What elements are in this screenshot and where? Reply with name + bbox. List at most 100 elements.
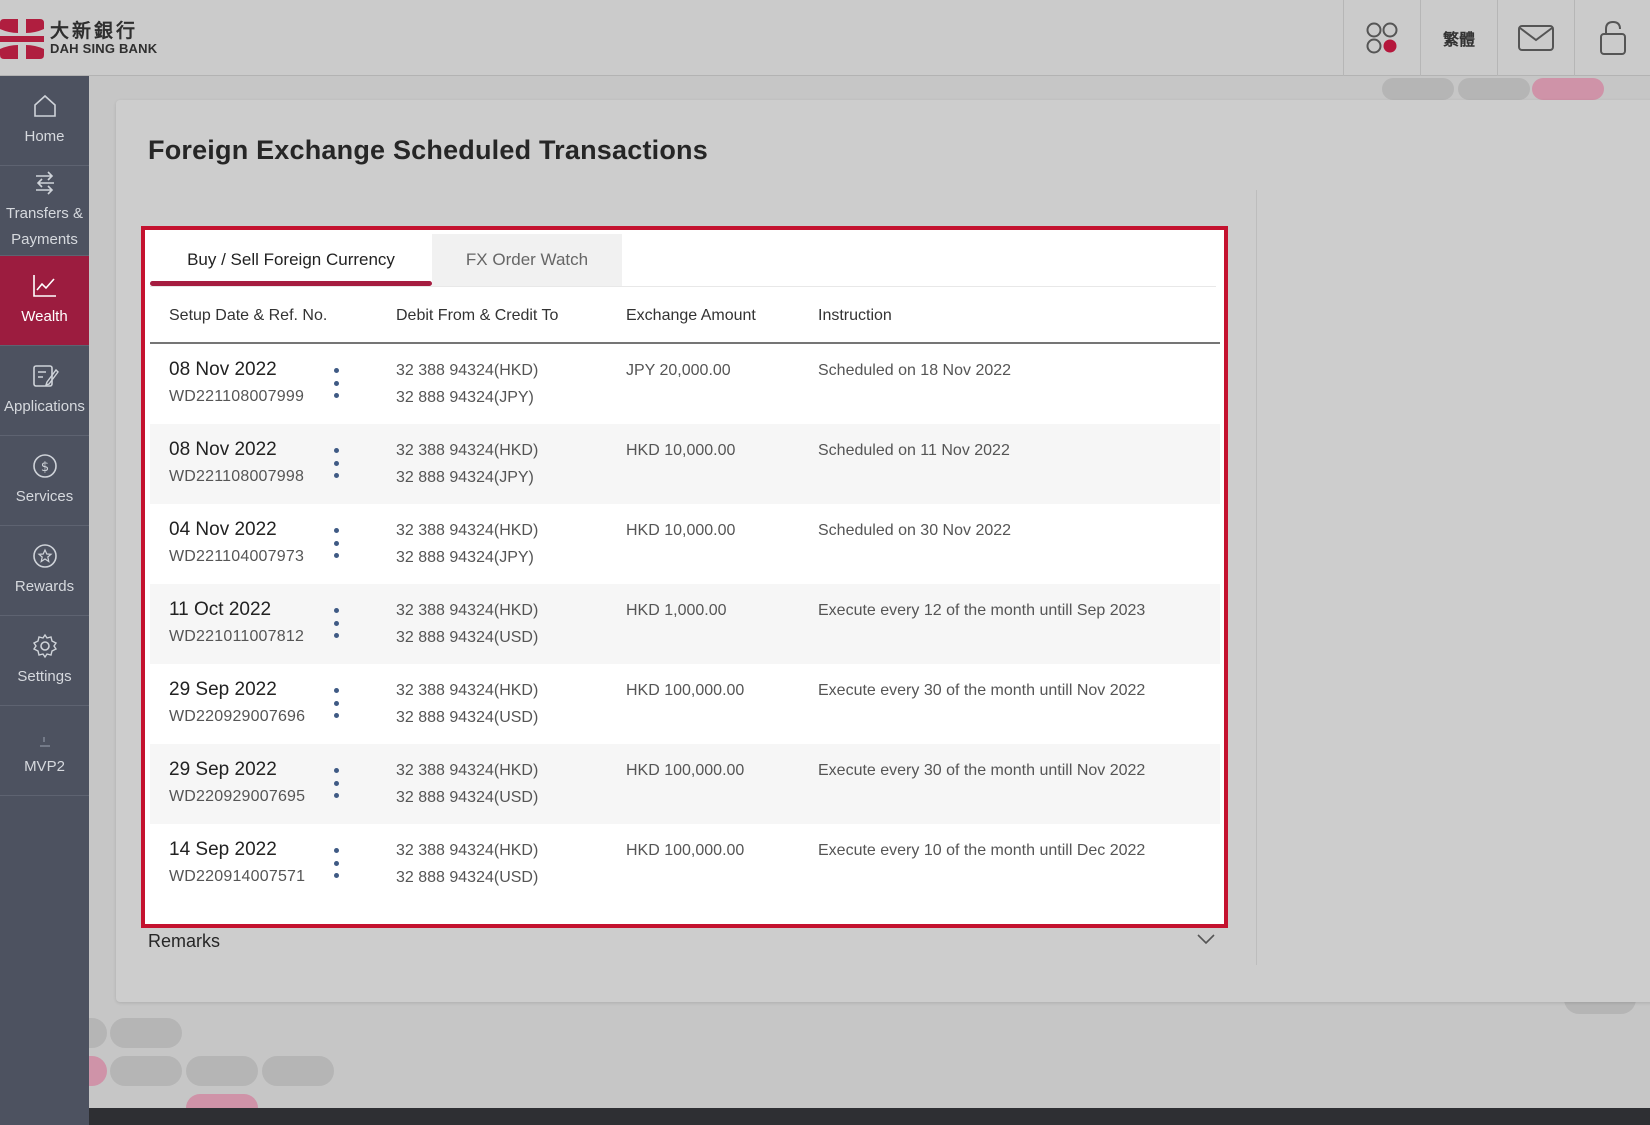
instruction-text: Execute every 12 of the month untill Sep…	[818, 602, 1146, 619]
table-row: 08 Nov 2022 WD221108007998 32 388 94324(…	[150, 424, 1220, 504]
star-icon	[32, 543, 57, 568]
credit-account: 32 888 94324(USD)	[396, 869, 539, 886]
chart-icon	[32, 274, 56, 297]
home-icon	[33, 94, 56, 117]
exchange-amount: HKD 100,000.00	[626, 682, 745, 699]
exchange-amount: HKD 1,000.00	[626, 602, 727, 619]
column-divider	[1256, 190, 1257, 965]
sidebar-item-settings[interactable]: Settings	[0, 616, 89, 706]
language-label: 繁體	[1442, 30, 1475, 49]
column-header-setup-date: Setup Date & Ref. No.	[169, 307, 328, 324]
debit-account: 32 388 94324(HKD)	[396, 362, 539, 379]
svg-text:$: $	[40, 460, 48, 475]
sidebar-item-services[interactable]: $ Services	[0, 436, 89, 526]
more-options-icon[interactable]	[330, 528, 342, 558]
reference-number: WD221108007998	[169, 468, 305, 485]
sidebar-item-rewards[interactable]: Rewards	[0, 526, 89, 616]
mail-icon	[1518, 25, 1554, 51]
tab-bar: Buy / Sell Foreign Currency FX Order Wat…	[150, 234, 622, 286]
dah-sing-logo-icon	[0, 19, 44, 59]
exchange-amount: HKD 100,000.00	[626, 762, 745, 779]
edit-icon	[32, 364, 59, 387]
column-header-amount: Exchange Amount	[626, 307, 756, 324]
setup-date: 14 Sep 2022	[169, 839, 277, 860]
exchange-amount: HKD 10,000.00	[626, 522, 736, 539]
debit-account: 32 388 94324(HKD)	[396, 762, 539, 779]
sidebar-item-label: Services	[15, 487, 74, 505]
table-row: 04 Nov 2022 WD221104007973 32 388 94324(…	[150, 504, 1220, 584]
logo-chinese-name: 大新銀行	[50, 20, 139, 42]
tab-buy-sell-foreign-currency[interactable]: Buy / Sell Foreign Currency	[150, 234, 432, 286]
more-options-icon[interactable]	[330, 368, 342, 398]
instruction-text: Scheduled on 30 Nov 2022	[818, 522, 1012, 539]
instruction-text: Execute every 10 of the month untill Dec…	[818, 842, 1146, 859]
instruction-text: Scheduled on 18 Nov 2022	[818, 362, 1012, 379]
sidebar-item-label: MVP2	[24, 757, 65, 775]
language-toggle-button[interactable]: 繁體	[1420, 0, 1497, 76]
reference-number: WD221011007812	[169, 628, 305, 645]
table-row: 08 Nov 2022 WD221108007999 32 388 94324(…	[150, 344, 1220, 424]
more-options-icon[interactable]	[330, 688, 342, 718]
sidebar-item-home[interactable]: Home	[0, 76, 89, 166]
sidebar-item-transfers-payments[interactable]: Transfers & Payments	[0, 166, 89, 256]
sidebar-item-label: Home	[24, 127, 65, 145]
sidebar-item-wealth[interactable]: Wealth	[0, 256, 89, 346]
exchange-amount: HKD 10,000.00	[626, 442, 736, 459]
setup-date: 08 Nov 2022	[169, 439, 277, 460]
reference-number: WD220929007696	[169, 708, 306, 725]
setup-date: 11 Oct 2022	[169, 599, 272, 620]
bank-logo[interactable]: 大新銀行 DAH SING BANK	[0, 18, 157, 60]
sidebar-item-label: Rewards	[14, 577, 75, 595]
instruction-text: Execute every 30 of the month untill Nov…	[818, 682, 1146, 699]
tab-fx-order-watch[interactable]: FX Order Watch	[432, 234, 622, 286]
instruction-text: Execute every 30 of the month untill Nov…	[818, 762, 1146, 779]
exchange-amount: JPY 20,000.00	[626, 362, 731, 379]
debit-account: 32 388 94324(HKD)	[396, 522, 539, 539]
credit-account: 32 888 94324(USD)	[396, 709, 539, 726]
debit-account: 32 388 94324(HKD)	[396, 442, 539, 459]
sidebar-item-applications[interactable]: Applications	[0, 346, 89, 436]
remarks-toggle[interactable]: Remarks	[148, 931, 220, 952]
lock-icon	[1600, 20, 1626, 55]
sidebar-item-label: Transfers &	[6, 204, 83, 222]
top-header: 大新銀行 DAH SING BANK 繁體	[0, 0, 1650, 76]
sidebar-item-label: Settings	[17, 667, 72, 685]
chevron-down-icon[interactable]	[1196, 932, 1216, 946]
more-options-icon[interactable]	[330, 848, 342, 878]
table-row: 29 Sep 2022 WD220929007696 32 388 94324(…	[150, 664, 1220, 744]
transfer-icon	[35, 170, 54, 195]
scheduled-transactions-panel: Buy / Sell Foreign Currency FX Order Wat…	[141, 226, 1228, 928]
exchange-amount: HKD 100,000.00	[626, 842, 745, 859]
debit-account: 32 388 94324(HKD)	[396, 602, 539, 619]
table-row: 11 Oct 2022 WD221011007812 32 388 94324(…	[150, 584, 1220, 664]
dollar-icon: $	[32, 453, 57, 478]
tab-divider	[150, 286, 1216, 287]
mvp-icon	[39, 736, 50, 747]
sidebar-item-mvp2[interactable]: MVP2	[0, 706, 89, 796]
table-header: Setup Date & Ref. No. Debit From & Credi…	[150, 290, 1220, 344]
footer-bar	[89, 1108, 1650, 1125]
reference-number: WD220929007695	[169, 788, 306, 805]
reference-number: WD221108007999	[169, 388, 305, 405]
page-title: Foreign Exchange Scheduled Transactions	[148, 135, 708, 165]
table-row: 14 Sep 2022 WD220914007571 32 388 94324(…	[150, 824, 1220, 904]
more-options-icon[interactable]	[330, 448, 342, 478]
setup-date: 29 Sep 2022	[169, 759, 277, 780]
credit-account: 32 888 94324(USD)	[396, 629, 539, 646]
sidebar-item-label: Wealth	[21, 307, 68, 325]
debit-account: 32 388 94324(HKD)	[396, 842, 539, 859]
more-options-icon[interactable]	[330, 608, 342, 638]
column-header-accounts: Debit From & Credit To	[396, 307, 559, 324]
reference-number: WD221104007973	[169, 548, 305, 565]
transactions-table-body: 08 Nov 2022 WD221108007999 32 388 94324(…	[150, 344, 1220, 904]
setup-date: 04 Nov 2022	[169, 519, 277, 540]
gear-icon	[32, 633, 57, 658]
logout-button[interactable]	[1574, 0, 1650, 76]
mail-button[interactable]	[1497, 0, 1574, 76]
table-row: 29 Sep 2022 WD220929007695 32 388 94324(…	[150, 744, 1220, 824]
column-header-instruction: Instruction	[818, 307, 892, 324]
more-options-icon[interactable]	[330, 768, 342, 798]
reference-number: WD220914007571	[169, 868, 306, 885]
sidebar-nav: Home Transfers & Payments Wealth Applica…	[0, 76, 89, 1125]
apps-button[interactable]	[1343, 0, 1420, 76]
